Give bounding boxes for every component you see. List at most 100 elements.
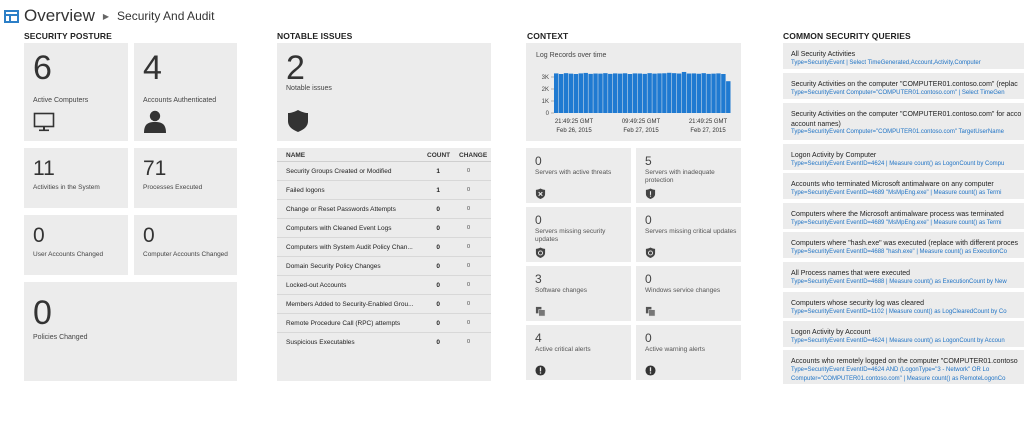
tile-processes[interactable]: 71 Processes Executed [134, 148, 237, 208]
chart-bar[interactable] [568, 73, 574, 113]
column-header-change[interactable]: CHANGE [459, 152, 487, 159]
issue-name: Suspicious Executables [286, 339, 355, 346]
table-row[interactable]: Computers with Cleaned Event Logs 0 0 [277, 219, 491, 238]
tile-computer-accounts-changed[interactable]: 0 Computer Accounts Changed [134, 215, 237, 275]
notable-issues-table: NAME COUNT CHANGE Security Groups Create… [277, 148, 491, 381]
shield-update-icon [535, 247, 546, 258]
query-text[interactable]: Type=SecurityEvent EventID=4688 "hash.ex… [791, 248, 1007, 257]
chart-bar[interactable] [617, 73, 623, 113]
query-text[interactable]: Type=SecurityEvent Computer="COMPUTER01.… [791, 128, 1004, 137]
chart-bar[interactable] [583, 72, 588, 113]
query-item[interactable]: Logon Activity by Account Type=SecurityE… [783, 321, 1024, 347]
chart-bar[interactable] [647, 73, 652, 113]
chart-bar[interactable] [662, 73, 667, 113]
column-header-count[interactable]: COUNT [427, 152, 450, 159]
tile-notable-issues[interactable]: 2 Notable issues [277, 43, 491, 141]
tile-user-accounts-changed[interactable]: 0 User Accounts Changed [24, 215, 128, 275]
query-text[interactable]: Type=SecurityEvent EventID=4624 | Measur… [791, 337, 1005, 346]
query-item[interactable]: All Security Activities Type=SecurityEve… [783, 43, 1024, 69]
tile-active-warning-alerts[interactable]: 0 Active warning alerts [636, 325, 741, 380]
query-text[interactable]: Type=SecurityEvent EventID=4624 | Measur… [791, 160, 1004, 169]
tile-servers-active-threats[interactable]: 0 Servers with active threats [526, 148, 631, 203]
query-item[interactable]: All Process names that were executed Typ… [783, 262, 1024, 288]
tile-servers-missing-critical-updates[interactable]: 0 Servers missing critical updates [636, 207, 741, 262]
chart-bar[interactable] [681, 71, 687, 113]
chart-bar[interactable] [716, 73, 721, 113]
log-records-chart-tile[interactable]: Log Records over time 3K 2K 1K 0 21:49:25 GM… [526, 43, 741, 141]
query-item[interactable]: Security Activities on the computer "COM… [783, 73, 1024, 99]
query-text[interactable]: Type=SecurityEvent | Select TimeGenerate… [791, 59, 981, 68]
query-text[interactable]: Type=SecurityEvent EventID=4624 AND (Log… [791, 366, 989, 375]
query-text[interactable]: Type=SecurityEvent EventID=4688 | Measur… [791, 278, 1007, 287]
chart-bar[interactable] [554, 73, 559, 113]
issue-count: 0 [436, 225, 440, 232]
query-item[interactable]: Accounts who terminated Microsoft antima… [783, 173, 1024, 199]
column-header-name[interactable]: NAME [286, 152, 305, 159]
log-records-chart: 3K 2K 1K 0 21:49:25 GMT Feb 26, 2015 09:49:25 … [542, 71, 731, 134]
chart-bar[interactable] [637, 73, 642, 113]
query-text[interactable]: Type=SecurityEvent EventID=4689 "MsMpEng… [791, 219, 1001, 228]
query-item[interactable]: Computers whose security log was cleared… [783, 292, 1024, 318]
chart-bar[interactable] [652, 73, 657, 113]
table-row[interactable]: Computers with System Audit Policy Chan.… [277, 238, 491, 257]
chart-bar[interactable] [667, 72, 672, 113]
query-item[interactable]: Accounts who remotely logged on the comp… [783, 350, 1024, 384]
tile-windows-service-changes[interactable]: 0 Windows service changes [636, 266, 741, 321]
issue-change: 0 [466, 244, 470, 250]
table-row[interactable]: Domain Security Policy Changes 0 0 [277, 257, 491, 276]
chart-bar[interactable] [593, 73, 598, 113]
table-row[interactable]: Failed logons 1 0 [277, 181, 491, 200]
chart-bar[interactable] [672, 73, 677, 113]
table-row[interactable]: Locked-out Accounts 0 0 [277, 276, 491, 295]
chart-bar[interactable] [578, 73, 583, 113]
query-item[interactable]: Computers where "hash.exe" was executed … [783, 232, 1024, 258]
tile-servers-missing-security-updates[interactable]: 0 Servers missing security updates [526, 207, 631, 262]
tile-activities[interactable]: 11 Activities in the System [24, 148, 128, 208]
table-row[interactable]: Security Groups Created or Modified 1 0 [277, 162, 491, 181]
query-item[interactable]: Logon Activity by Computer Type=Security… [783, 144, 1024, 170]
table-row[interactable]: Remote Procedure Call (RPC) attempts 0 0 [277, 314, 491, 333]
chart-bar[interactable] [622, 73, 628, 113]
query-text[interactable]: Type=SecurityEvent Computer="COMPUTER01.… [791, 89, 1005, 98]
chart-bar[interactable] [588, 73, 593, 113]
tile-accounts-authenticated[interactable]: 4 Accounts Authenticated [134, 43, 237, 141]
chart-bar[interactable] [711, 73, 716, 113]
tile-software-changes[interactable]: 3 Software changes [526, 266, 631, 321]
query-text[interactable]: Type=SecurityEvent EventID=4689 "MsMpEng… [791, 189, 1001, 198]
chart-bar[interactable] [721, 74, 726, 113]
table-row[interactable]: Change or Reset Passwords Attempts 0 0 [277, 200, 491, 219]
query-text[interactable]: Type=SecurityEvent EventID=1102 | Measur… [791, 308, 1007, 317]
chart-bar[interactable] [603, 73, 608, 113]
chart-bar[interactable] [563, 73, 569, 113]
y-tick-label: 3K [542, 75, 549, 81]
chart-bar[interactable] [627, 74, 633, 113]
chart-bar[interactable] [613, 73, 618, 113]
issue-name: Members Added to Security-Enabled Grou..… [286, 301, 414, 308]
chart-bar[interactable] [632, 73, 638, 113]
chart-bar[interactable] [598, 73, 603, 113]
chart-bar[interactable] [691, 73, 697, 113]
chart-bar[interactable] [726, 81, 731, 113]
chart-bar[interactable] [573, 74, 579, 113]
chart-bar[interactable] [608, 73, 613, 113]
chart-bar[interactable] [701, 73, 706, 113]
chart-bar[interactable] [657, 73, 662, 113]
query-item[interactable]: Computers where the Microsoft antimalwar… [783, 203, 1024, 229]
table-row[interactable]: Suspicious Executables 0 0 [277, 333, 491, 352]
chart-bar[interactable] [706, 73, 711, 113]
table-row[interactable]: Members Added to Security-Enabled Grou..… [277, 295, 491, 314]
tile-active-computers[interactable]: 6 Active Computers [24, 43, 128, 141]
tile-active-critical-alerts[interactable]: 4 Active critical alerts [526, 325, 631, 380]
tile-label: Servers with inadequate protection [645, 169, 715, 184]
chart-bar[interactable] [676, 73, 682, 113]
chart-bar[interactable] [696, 73, 701, 113]
query-text-line2[interactable]: Computer="COMPUTER01.contoso.com" | Meas… [791, 375, 1005, 384]
tile-policies-changed[interactable]: 0 Policies Changed [24, 282, 237, 381]
query-item[interactable]: Security Activities on the computer "COM… [783, 103, 1024, 140]
chart-bar[interactable] [558, 74, 564, 113]
tile-servers-inadequate-protection[interactable]: 5 Servers with inadequate protection [636, 148, 741, 203]
chart-bar[interactable] [686, 73, 692, 113]
page-title[interactable]: Overview [24, 6, 95, 26]
x-tick-label-date: Feb 27, 2015 [623, 128, 659, 134]
chart-bar[interactable] [642, 73, 647, 113]
